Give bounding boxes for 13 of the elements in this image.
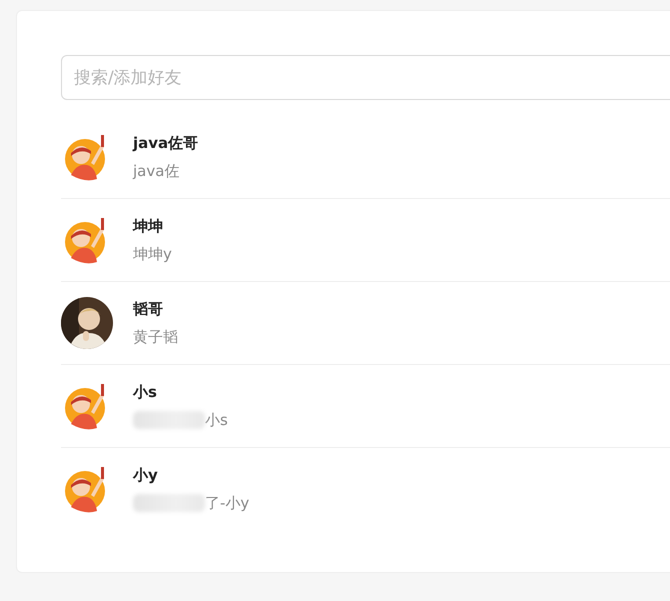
blur-mask	[133, 411, 205, 429]
friend-name: 小y	[133, 466, 159, 484]
friend-note: 小s	[205, 410, 228, 430]
friend-name: 小s	[133, 382, 158, 402]
search-field[interactable]: 搜索/添加好友	[61, 55, 670, 100]
friend-note: 黄子韬	[133, 328, 178, 346]
friend-name: 坤坤	[133, 216, 164, 236]
friend-note: 坤坤y	[133, 244, 172, 264]
friend-note: 了-小y	[205, 494, 250, 512]
friend-name: 韬哥	[133, 300, 164, 318]
friend-name: java佐哥	[133, 134, 198, 152]
blur-mask	[133, 494, 205, 512]
friend-note: java佐	[133, 162, 180, 180]
